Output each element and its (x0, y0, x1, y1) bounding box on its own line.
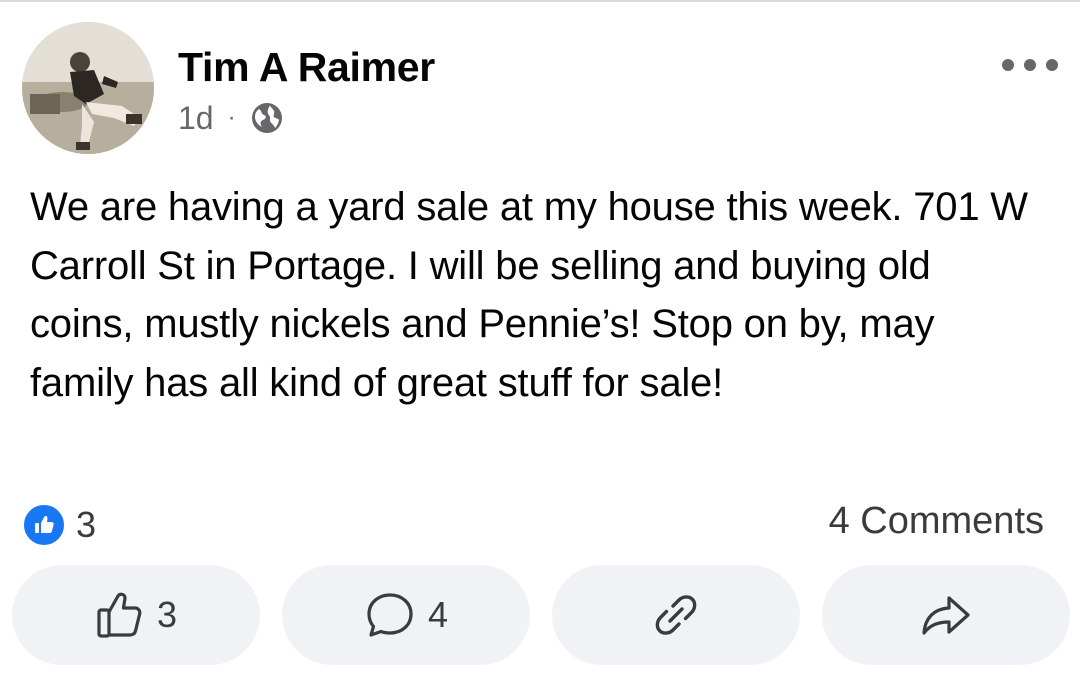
post-card: Tim A Raimer 1d · We are having a yard s… (0, 0, 1080, 683)
top-divider (0, 0, 1080, 2)
avatar[interactable] (22, 22, 154, 154)
more-dots-icon (1002, 59, 1014, 71)
share-button[interactable] (822, 565, 1070, 665)
comment-count: 4 (427, 594, 449, 635)
comments-count-link[interactable]: 4 Comments (829, 500, 1044, 543)
meta-separator: · (227, 104, 236, 131)
like-reaction-icon (22, 503, 66, 547)
globe-icon[interactable] (250, 101, 284, 135)
like-count: 3 (156, 594, 178, 635)
copy-link-button[interactable] (552, 565, 800, 665)
post-meta: 1d · (178, 96, 284, 140)
more-dots-icon (1024, 59, 1036, 71)
share-arrow-icon (919, 590, 973, 640)
author-name[interactable]: Tim A Raimer (178, 42, 435, 92)
like-button[interactable]: 3 (12, 565, 260, 665)
comment-bubble-icon (364, 590, 416, 640)
post-body-text: We are having a yard sale at my house th… (30, 185, 1028, 405)
avatar-photo (22, 22, 154, 154)
thumbs-up-icon (95, 590, 145, 640)
post-time[interactable]: 1d (178, 100, 214, 137)
more-dots-icon (1046, 59, 1058, 71)
reactions-summary[interactable]: 3 (22, 503, 96, 547)
reaction-count: 3 (76, 504, 97, 545)
more-options-button[interactable] (1002, 50, 1058, 80)
link-icon (651, 590, 701, 640)
comment-button[interactable]: 4 (282, 565, 530, 665)
action-bar: 3 4 (12, 565, 1070, 665)
